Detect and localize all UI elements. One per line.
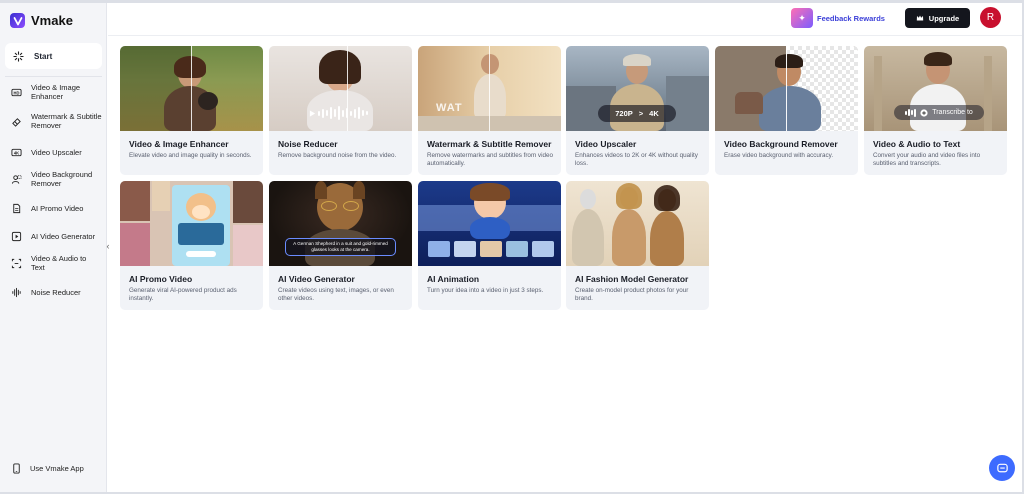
sidebar: Vmake Start HD Video & Image Enhancer Wa… <box>0 3 107 492</box>
card-thumbnail: A German Shepherd in a suit and gold-rim… <box>269 181 412 266</box>
document-icon <box>10 202 22 214</box>
card-title: Video Background Remover <box>724 139 838 149</box>
card-title: Watermark & Subtitle Remover <box>427 139 552 149</box>
card-title: Video Upscaler <box>575 139 637 149</box>
svg-text:HD: HD <box>13 90 19 95</box>
tool-card-video-audio-to-text[interactable]: Transcribe to Video & Audio to Text Conv… <box>864 46 1007 175</box>
transcribe-icon <box>10 257 22 269</box>
waveform-icon <box>10 286 22 298</box>
sidebar-item-video-audio-to-text[interactable]: Video & Audio to Text <box>10 254 102 272</box>
card-thumbnail <box>120 46 263 131</box>
chat-support-button[interactable] <box>989 455 1015 481</box>
sidebar-divider <box>5 76 102 77</box>
sidebar-item-video-upscaler[interactable]: 4K Video Upscaler <box>10 146 102 158</box>
app-name: Vmake <box>31 13 73 28</box>
header-divider <box>108 35 1022 36</box>
card-description: Remove watermarks and subtitles from vid… <box>427 152 553 167</box>
sidebar-item-watermark-remover[interactable]: Watermark & Subtitle Remover <box>10 112 102 130</box>
sidebar-item-label: Noise Reducer <box>31 287 81 297</box>
card-description: Turn your idea into a video in just 3 st… <box>427 287 544 294</box>
watermark-overlay-text: WAT <box>436 102 463 114</box>
upgrade-label: Upgrade <box>928 13 960 23</box>
sidebar-item-video-image-enhancer[interactable]: HD Video & Image Enhancer <box>10 83 102 101</box>
person-cutout-icon <box>10 173 22 185</box>
vmake-logo-icon <box>10 13 25 28</box>
sidebar-item-label: AI Promo Video <box>31 203 84 213</box>
feedback-rewards-button[interactable]: ✦ Feedback Rewards <box>791 8 893 28</box>
sidebar-item-ai-video-generator[interactable]: AI Video Generator <box>10 230 102 242</box>
tool-card-video-background-remover[interactable]: Video Background Remover Erase video bac… <box>715 46 858 175</box>
eraser-icon <box>10 115 22 127</box>
use-app-label: Use Vmake App <box>30 463 84 473</box>
plus-circle-icon <box>920 108 928 117</box>
card-thumbnail <box>120 181 263 266</box>
sidebar-item-start[interactable]: Start <box>5 43 102 69</box>
card-title: Noise Reducer <box>278 139 338 149</box>
sidebar-item-ai-promo-video[interactable]: AI Promo Video <box>10 202 102 214</box>
upgrade-button[interactable]: Upgrade <box>905 8 970 28</box>
tool-card-noise-reducer[interactable]: Noise Reducer Remove background noise fr… <box>269 46 412 175</box>
tool-card-ai-video-generator[interactable]: A German Shepherd in a suit and gold-rim… <box>269 181 412 310</box>
play-waveform-icon <box>309 106 368 120</box>
badge-to-label: 4K <box>649 109 659 118</box>
transcribe-pill: Transcribe to <box>894 105 984 120</box>
user-avatar[interactable]: R <box>980 7 1001 28</box>
resolution-badge: 720P > 4K <box>598 105 676 122</box>
feedback-rewards-label: Feedback Rewards <box>817 13 885 23</box>
card-description: Convert your audio and video files into … <box>873 152 981 167</box>
sparkle-icon <box>12 50 24 62</box>
tool-card-ai-animation[interactable]: AI Animation Turn your idea into a video… <box>418 181 561 310</box>
card-thumbnail <box>418 181 561 266</box>
card-thumbnail <box>269 46 412 131</box>
card-title: Video & Image Enhancer <box>129 139 229 149</box>
sidebar-item-label: Watermark & Subtitle Remover <box>31 112 102 130</box>
card-description: Elevate video and image quality in secon… <box>129 152 252 159</box>
sidebar-item-noise-reducer[interactable]: Noise Reducer <box>10 286 102 298</box>
card-description: Create on-model product photos for your … <box>575 287 689 302</box>
card-thumbnail: Transcribe to <box>864 46 1007 131</box>
card-description: Create videos using text, images, or eve… <box>278 287 394 302</box>
card-title: AI Video Generator <box>278 274 355 284</box>
svg-text:4K: 4K <box>13 150 18 155</box>
card-description: Remove background noise from the video. <box>278 152 397 159</box>
gift-icon: ✦ <box>791 8 813 28</box>
tool-card-ai-fashion-model-generator[interactable]: AI Fashion Model Generator Create on-mod… <box>566 181 709 310</box>
sidebar-item-label: Start <box>34 51 53 61</box>
sidebar-item-label: Video & Image Enhancer <box>31 83 81 101</box>
sidebar-item-label: Video Background Remover <box>31 170 93 188</box>
sidebar-item-video-background-remover[interactable]: Video Background Remover <box>10 170 102 188</box>
card-thumbnail <box>715 46 858 131</box>
card-title: AI Fashion Model Generator <box>575 274 689 284</box>
transcribe-pill-label: Transcribe to <box>932 109 973 116</box>
hd-icon: HD <box>10 86 22 98</box>
card-description: Erase video background with accuracy. <box>724 152 834 159</box>
play-square-icon <box>10 230 22 242</box>
card-title: AI Animation <box>427 274 480 284</box>
sidebar-item-label: Video Upscaler <box>31 147 82 157</box>
tool-card-video-image-enhancer[interactable]: Video & Image Enhancer Elevate video and… <box>120 46 263 175</box>
chat-icon <box>996 463 1008 472</box>
sidebar-item-label: Video & Audio to Text <box>31 254 87 272</box>
tool-card-video-upscaler[interactable]: 720P > 4K Video Upscaler Enhances videos… <box>566 46 709 175</box>
app-logo[interactable]: Vmake <box>10 13 73 28</box>
card-thumbnail <box>566 181 709 266</box>
crown-icon <box>916 15 923 21</box>
sidebar-collapse-icon[interactable]: ‹ <box>103 238 113 254</box>
badge-arrow-icon: > <box>638 109 644 118</box>
4k-icon: 4K <box>10 146 22 158</box>
prompt-box: A German Shepherd in a suit and gold-rim… <box>285 238 396 256</box>
use-app-link[interactable]: Use Vmake App <box>10 462 84 474</box>
window-top-border <box>0 0 1024 3</box>
card-title: AI Promo Video <box>129 274 193 284</box>
tool-card-watermark-remover[interactable]: WAT Watermark & Subtitle Remover Remove … <box>418 46 561 175</box>
phone-icon <box>10 462 22 474</box>
card-description: Enhances videos to 2K or 4K without qual… <box>575 152 698 167</box>
card-title: Video & Audio to Text <box>873 139 961 149</box>
tool-card-ai-promo-video[interactable]: AI Promo Video Generate viral AI-powered… <box>120 181 263 310</box>
sidebar-item-label: AI Video Generator <box>31 231 96 241</box>
card-thumbnail: WAT <box>418 46 561 131</box>
card-thumbnail: 720P > 4K <box>566 46 709 131</box>
badge-from-label: 720P <box>615 109 633 118</box>
card-description: Generate viral AI-powered product ads in… <box>129 287 237 302</box>
